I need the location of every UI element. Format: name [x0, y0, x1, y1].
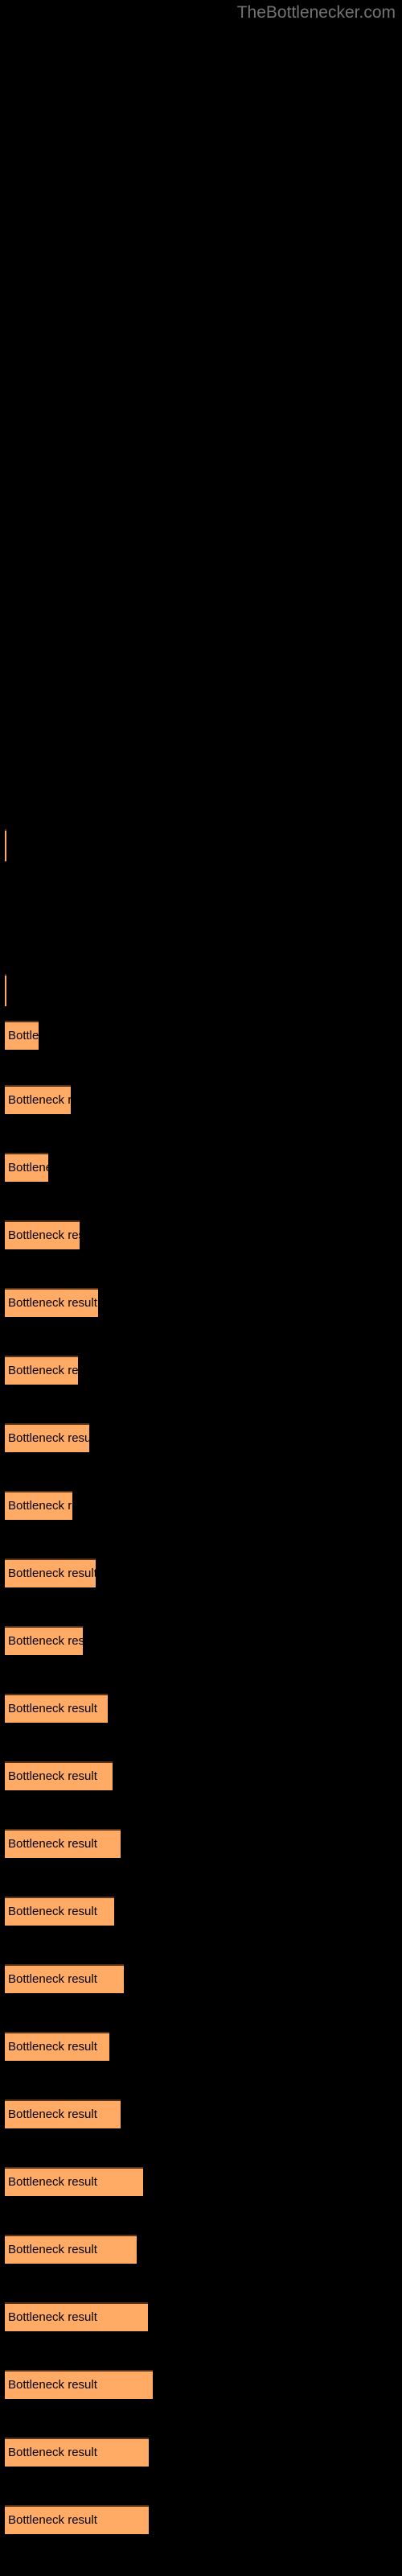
bar-label: Bottleneck result — [8, 1364, 78, 1377]
bar-row: Bottleneck result — [0, 1558, 402, 1587]
bar-row: Bottleneck result — [0, 1356, 402, 1385]
bar-row: Bottleneck result — [0, 1897, 402, 1926]
chart-bar[interactable]: Bottleneck result — [5, 1626, 83, 1655]
chart-bar[interactable]: Bottleneck result — [5, 2099, 121, 2128]
bar-row: Bottleneck result — [0, 829, 402, 861]
bar-row: Bottleneck result — [0, 2032, 402, 2061]
bar-row: Bottleneck result — [0, 1829, 402, 1858]
chart-bar[interactable]: Bottleneck result — [5, 1220, 80, 1249]
bar-label: Bottleneck result — [8, 2310, 97, 2324]
bar-label: Bottleneck result — [8, 1093, 71, 1107]
page-root: TheBottlenecker.com Bottleneck resultBot… — [0, 0, 402, 2576]
chart-bar[interactable]: Bottleneck result — [5, 1897, 114, 1926]
bar-row: Bottleneck result — [0, 1085, 402, 1114]
bar-row: Bottleneck result — [0, 2370, 402, 2399]
chart-bar[interactable]: Bottleneck result — [5, 1288, 98, 1317]
bottleneck-bar-chart: Bottleneck result Bottleneck result Bottle… — [0, 0, 402, 2576]
bar-row: Bottleneck result — [0, 1021, 402, 1050]
bar-label: Bottleneck result — [8, 1702, 97, 1715]
chart-bar[interactable]: Bottleneck result — [5, 1964, 124, 1993]
chart-bar[interactable]: Bottleneck result — [5, 974, 6, 1006]
chart-bar[interactable]: Bottleneck result — [5, 2235, 137, 2264]
bar-label: Bottleneck result — [8, 1499, 72, 1513]
bar-row: Bottleneck result — [0, 1626, 402, 1655]
bar-row: Bottleneck result — [0, 1288, 402, 1317]
bar-label: Bottleneck result — [8, 1972, 97, 1986]
bar-label: Bottleneck result — [8, 1228, 80, 1242]
bar-row: Bottleneck result — [0, 2235, 402, 2264]
chart-bar[interactable]: Bottleneck result — [5, 1829, 121, 1858]
bar-row: Bottleneck result — [0, 2099, 402, 2128]
chart-bar[interactable]: Bottleneck result — [5, 2438, 149, 2467]
bar-row: Bottleneck result — [0, 1694, 402, 1723]
bar-row: Bottleneck result — [0, 1220, 402, 1249]
chart-bar[interactable]: Bottleneck result — [5, 829, 6, 861]
bar-label: Bottleneck result — [8, 2175, 97, 2189]
chart-bar[interactable]: Bottleneck result — [5, 2302, 148, 2331]
chart-bar[interactable]: Bottleneck result — [5, 1694, 108, 1723]
chart-bar[interactable]: Bottleneck result — [5, 2032, 109, 2061]
bar-row: Bottleneck result — [0, 1423, 402, 1452]
bar-label: Bottleneck result — [8, 1567, 96, 1580]
bar-label: Bottleneck result — [8, 2040, 97, 2054]
bar-row: Bottleneck result — [0, 2167, 402, 2196]
bar-label: Bottleneck result — [8, 2378, 97, 2392]
bar-label: Bottleneck result — [8, 1837, 97, 1851]
bar-row: Bottleneck result — [0, 1153, 402, 1182]
bar-row: Bottleneck result — [0, 974, 402, 1006]
chart-bar[interactable]: Bottleneck result — [5, 1356, 78, 1385]
chart-bar[interactable]: Bottleneck result — [5, 1491, 72, 1520]
chart-bar[interactable]: Bottleneck result — [5, 1761, 113, 1790]
bar-label: Bottleneck result — [8, 1431, 89, 1445]
chart-bar[interactable]: Bottleneck result — [5, 1558, 96, 1587]
bar-row: Bottleneck result — [0, 1964, 402, 1993]
bar-label: Bottleneck result — [8, 2243, 97, 2256]
bar-label: Bottleneck result — [8, 1905, 97, 1918]
chart-bar[interactable]: Bottleneck result — [5, 2370, 153, 2399]
chart-bar[interactable]: Bottleneck result — [5, 1153, 48, 1182]
bar-row: Bottleneck result — [0, 2505, 402, 2534]
chart-bar[interactable]: Bottleneck result — [5, 1085, 71, 1114]
chart-bar[interactable]: Bottleneck result — [5, 1423, 89, 1452]
bar-row: Bottleneck result — [0, 2438, 402, 2467]
bar-label: Bottleneck result — [8, 1161, 48, 1174]
chart-bar[interactable]: Bottleneck result — [5, 2505, 149, 2534]
bar-label: Bottleneck result — [8, 2513, 97, 2527]
bar-row: Bottleneck result — [0, 1491, 402, 1520]
bar-label: Bottleneck result — [8, 2107, 97, 2121]
bar-label: Bottleneck result — [8, 2446, 97, 2459]
bar-row: Bottleneck result — [0, 2302, 402, 2331]
chart-bar[interactable]: Bottleneck result — [5, 1021, 39, 1050]
bar-label: Bottleneck result — [8, 1029, 39, 1042]
bar-label: Bottleneck result — [8, 1634, 83, 1648]
chart-bar[interactable]: Bottleneck result — [5, 2167, 143, 2196]
bar-row: Bottleneck result — [0, 1761, 402, 1790]
bar-label: Bottleneck result — [8, 1296, 97, 1310]
bar-label: Bottleneck result — [8, 1769, 97, 1783]
